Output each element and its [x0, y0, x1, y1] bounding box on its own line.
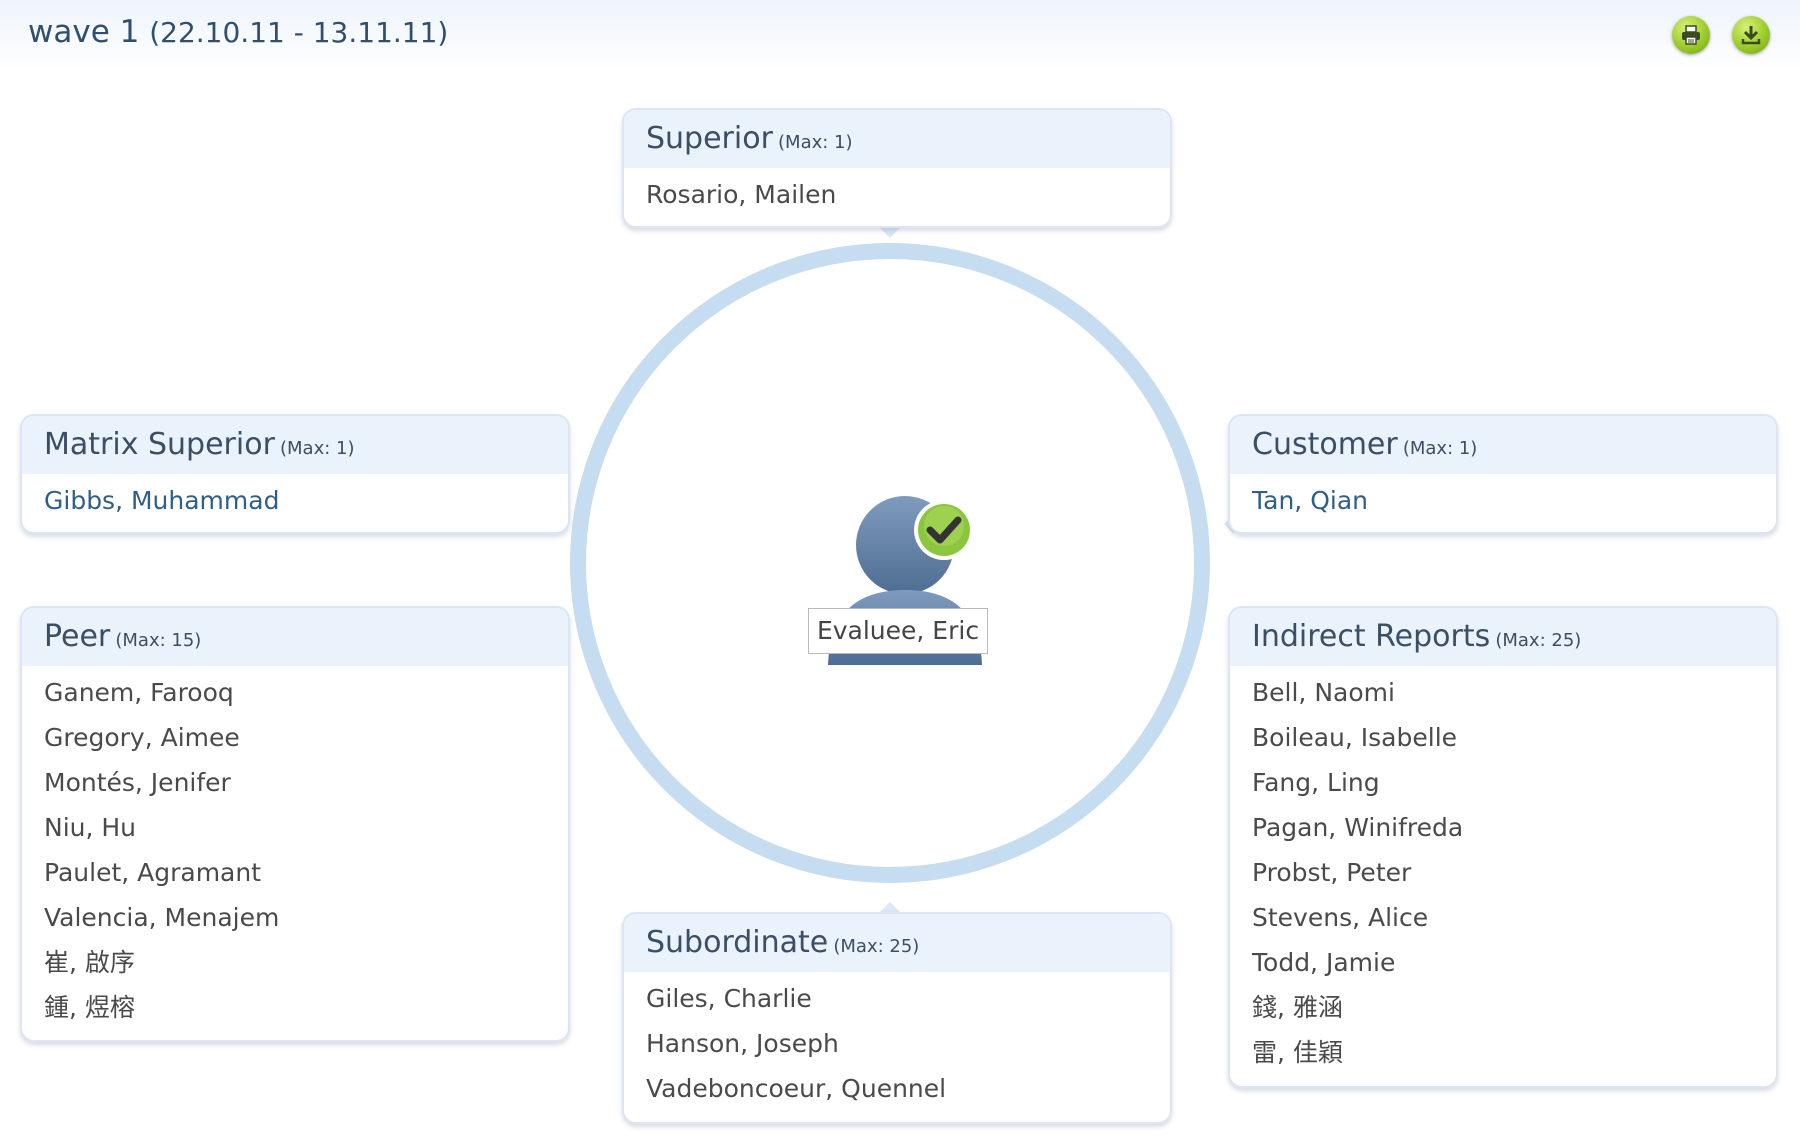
member-item[interactable]: Todd, Jamie [1252, 940, 1776, 985]
member-item[interactable]: Giles, Charlie [646, 976, 1170, 1021]
wave-dates: (22.10.11 - 13.11.11) [149, 16, 449, 49]
member-item[interactable]: 雷, 佳穎 [1252, 1030, 1776, 1075]
wave-name: wave 1 [28, 14, 140, 50]
member-item[interactable]: Ganem, Farooq [44, 670, 568, 715]
print-button[interactable] [1672, 16, 1710, 54]
group-matrix-superior: Matrix Superior (Max: 1) Gibbs, Muhammad [20, 414, 570, 534]
member-item[interactable]: Tan, Qian [1252, 478, 1776, 523]
group-title: Peer [44, 619, 111, 654]
page-title: wave 1 (22.10.11 - 13.11.11) [28, 14, 448, 50]
member-item[interactable]: 鍾, 煜榕 [44, 985, 568, 1030]
member-list: Rosario, Mailen [624, 168, 1170, 217]
group-max: (Max: 1) [778, 132, 853, 153]
group-title: Indirect Reports [1252, 619, 1491, 654]
evaluee-name: Evaluee, Eric [808, 608, 988, 654]
member-item[interactable]: Rosario, Mailen [646, 172, 1170, 217]
download-icon [1741, 26, 1761, 45]
member-list: Tan, Qian [1230, 474, 1776, 523]
group-max: (Max: 15) [115, 630, 202, 651]
member-item[interactable]: Stevens, Alice [1252, 895, 1776, 940]
group-header: Subordinate (Max: 25) [624, 914, 1170, 972]
member-item[interactable]: Fang, Ling [1252, 760, 1776, 805]
group-indirect-reports: Indirect Reports (Max: 25) Bell, Naomi B… [1228, 606, 1778, 1088]
member-item[interactable]: Montés, Jenifer [44, 760, 568, 805]
member-item[interactable]: Probst, Peter [1252, 850, 1776, 895]
printer-icon [1682, 25, 1700, 45]
member-item[interactable]: Boileau, Isabelle [1252, 715, 1776, 760]
member-item[interactable]: Paulet, Agramant [44, 850, 568, 895]
member-item[interactable]: Valencia, Menajem [44, 895, 568, 940]
group-header: Indirect Reports (Max: 25) [1230, 608, 1776, 666]
group-header: Matrix Superior (Max: 1) [22, 416, 568, 474]
group-customer: Customer (Max: 1) Tan, Qian [1228, 414, 1778, 534]
member-list: Giles, Charlie Hanson, Joseph Vadeboncoe… [624, 972, 1170, 1111]
group-header: Peer (Max: 15) [22, 608, 568, 666]
group-header: Customer (Max: 1) [1230, 416, 1776, 474]
member-item[interactable]: Niu, Hu [44, 805, 568, 850]
group-max: (Max: 25) [833, 936, 920, 957]
member-item[interactable]: Vadeboncoeur, Quennel [646, 1066, 1170, 1111]
download-button[interactable] [1732, 16, 1770, 54]
member-list: Bell, Naomi Boileau, Isabelle Fang, Ling… [1230, 666, 1776, 1075]
member-item[interactable]: 崔, 啟序 [44, 940, 568, 985]
group-title: Subordinate [646, 925, 829, 960]
member-item[interactable]: Hanson, Joseph [646, 1021, 1170, 1066]
group-superior: Superior (Max: 1) Rosario, Mailen [622, 108, 1172, 228]
member-list: Gibbs, Muhammad [22, 474, 568, 523]
group-title: Customer [1252, 427, 1398, 462]
group-peer: Peer (Max: 15) Ganem, Farooq Gregory, Ai… [20, 606, 570, 1042]
member-item[interactable]: 錢, 雅涵 [1252, 985, 1776, 1030]
checkmark-badge-icon [914, 500, 974, 560]
group-title: Matrix Superior [44, 427, 275, 462]
group-max: (Max: 1) [1402, 438, 1478, 459]
member-item[interactable]: Gregory, Aimee [44, 715, 568, 760]
group-subordinate: Subordinate (Max: 25) Giles, Charlie Han… [622, 912, 1172, 1124]
group-max: (Max: 25) [1495, 630, 1582, 651]
group-title: Superior [646, 121, 773, 156]
member-list: Ganem, Farooq Gregory, Aimee Montés, Jen… [22, 666, 568, 1030]
member-item[interactable]: Gibbs, Muhammad [44, 478, 568, 523]
group-header: Superior (Max: 1) [624, 110, 1170, 168]
group-max: (Max: 1) [280, 438, 355, 459]
connector-subordinate [880, 902, 900, 912]
member-item[interactable]: Bell, Naomi [1252, 670, 1776, 715]
connector-superior [880, 228, 900, 238]
member-item[interactable]: Pagan, Winifreda [1252, 805, 1776, 850]
